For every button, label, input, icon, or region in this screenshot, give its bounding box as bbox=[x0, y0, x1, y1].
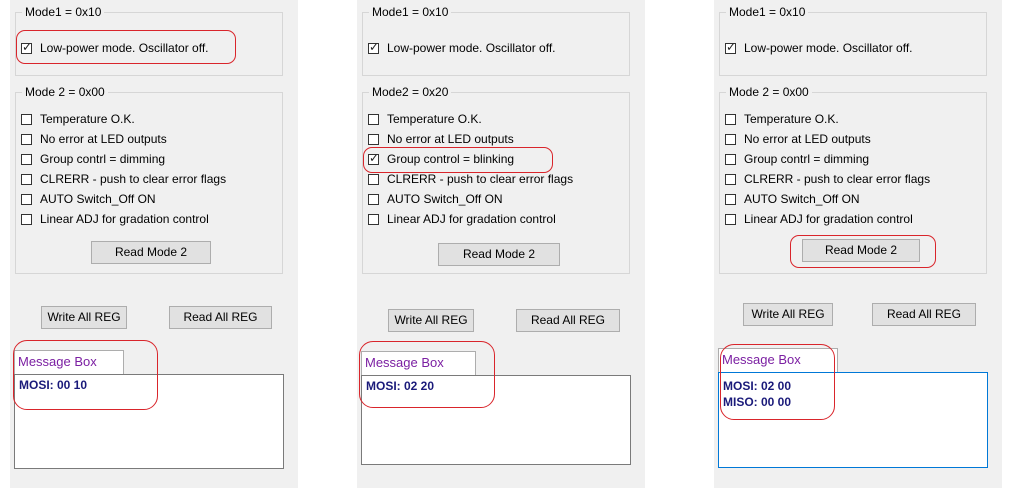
panel-1: Mode1 = 0x10 Low-power mode. Oscillator … bbox=[10, 0, 298, 488]
highlight-message bbox=[13, 340, 158, 410]
led-error-checkbox[interactable] bbox=[21, 133, 32, 145]
highlight-message bbox=[359, 341, 495, 408]
linear-adj-label: Linear ADJ for gradation control bbox=[744, 212, 913, 226]
linear-adj-checkbox[interactable] bbox=[21, 213, 32, 225]
led-error-checkbox-row[interactable]: No error at LED outputs bbox=[368, 130, 514, 148]
auto-switch-checkbox[interactable] bbox=[21, 193, 32, 205]
temperature-checkbox-row[interactable]: Temperature O.K. bbox=[725, 110, 839, 128]
read-mode2-button[interactable]: Read Mode 2 bbox=[91, 241, 211, 264]
linear-adj-checkbox-row[interactable]: Linear ADJ for gradation control bbox=[21, 210, 209, 228]
clrerr-label: CLRERR - push to clear error flags bbox=[387, 172, 574, 186]
clrerr-checkbox[interactable] bbox=[21, 173, 32, 185]
mode2-group: Mode2 = 0x20 Temperature O.K. No error a… bbox=[362, 84, 630, 274]
write-all-reg-button[interactable]: Write All REG bbox=[41, 306, 127, 329]
read-all-reg-button[interactable]: Read All REG bbox=[516, 309, 620, 332]
mode1-title: Mode1 = 0x10 bbox=[369, 4, 452, 20]
led-error-checkbox-row[interactable]: No error at LED outputs bbox=[21, 130, 167, 148]
clrerr-label: CLRERR - push to clear error flags bbox=[40, 172, 227, 186]
clrerr-checkbox-row[interactable]: CLRERR - push to clear error flags bbox=[725, 170, 930, 188]
led-error-checkbox[interactable] bbox=[368, 133, 379, 145]
auto-switch-label: AUTO Switch_Off ON bbox=[40, 192, 156, 206]
auto-switch-label: AUTO Switch_Off ON bbox=[744, 192, 860, 206]
write-all-reg-button[interactable]: Write All REG bbox=[388, 309, 474, 332]
group-control-checkbox[interactable] bbox=[725, 153, 736, 165]
read-all-reg-button[interactable]: Read All REG bbox=[872, 303, 976, 326]
low-power-label: Low-power mode. Oscillator off. bbox=[744, 41, 913, 55]
auto-switch-label: AUTO Switch_Off ON bbox=[387, 192, 503, 206]
led-error-checkbox[interactable] bbox=[725, 133, 736, 145]
panel-2: Mode1 = 0x10 Low-power mode. Oscillator … bbox=[357, 0, 645, 488]
auto-switch-checkbox-row[interactable]: AUTO Switch_Off ON bbox=[21, 190, 156, 208]
highlight-low-power bbox=[16, 30, 236, 64]
low-power-checkbox[interactable] bbox=[725, 40, 736, 54]
temperature-label: Temperature O.K. bbox=[744, 112, 839, 126]
low-power-checkbox-row[interactable]: Low-power mode. Oscillator off. bbox=[368, 39, 556, 57]
mode2-title: Mode 2 = 0x00 bbox=[726, 84, 812, 100]
led-error-label: No error at LED outputs bbox=[387, 132, 514, 146]
auto-switch-checkbox-row[interactable]: AUTO Switch_Off ON bbox=[725, 190, 860, 208]
group-control-checkbox-row[interactable]: Group contrl = dimming bbox=[21, 150, 165, 168]
led-error-label: No error at LED outputs bbox=[744, 132, 871, 146]
temperature-checkbox-row[interactable]: Temperature O.K. bbox=[368, 110, 482, 128]
linear-adj-checkbox-row[interactable]: Linear ADJ for gradation control bbox=[368, 210, 556, 228]
linear-adj-checkbox-row[interactable]: Linear ADJ for gradation control bbox=[725, 210, 913, 228]
temperature-checkbox-row[interactable]: Temperature O.K. bbox=[21, 110, 135, 128]
group-control-checkbox-row[interactable]: Group contrl = dimming bbox=[725, 150, 869, 168]
led-error-label: No error at LED outputs bbox=[40, 132, 167, 146]
mode2-group: Mode 2 = 0x00 Temperature O.K. No error … bbox=[15, 84, 283, 274]
temperature-checkbox[interactable] bbox=[21, 113, 32, 125]
group-control-label: Group contrl = dimming bbox=[744, 152, 870, 166]
mode1-group: Mode1 = 0x10 Low-power mode. Oscillator … bbox=[362, 4, 630, 76]
low-power-checkbox-row[interactable]: Low-power mode. Oscillator off. bbox=[725, 39, 913, 57]
low-power-label: Low-power mode. Oscillator off. bbox=[387, 41, 556, 55]
group-control-checkbox[interactable] bbox=[21, 153, 32, 165]
highlight-message bbox=[720, 344, 835, 420]
mode2-title: Mode2 = 0x20 bbox=[369, 84, 452, 100]
read-all-reg-button[interactable]: Read All REG bbox=[169, 306, 272, 329]
highlight-group-control bbox=[363, 147, 553, 173]
clrerr-label: CLRERR - push to clear error flags bbox=[744, 172, 931, 186]
clrerr-checkbox-row[interactable]: CLRERR - push to clear error flags bbox=[21, 170, 226, 188]
linear-adj-checkbox[interactable] bbox=[725, 213, 736, 225]
clrerr-checkbox[interactable] bbox=[725, 173, 736, 185]
linear-adj-label: Linear ADJ for gradation control bbox=[40, 212, 209, 226]
low-power-checkbox[interactable] bbox=[368, 40, 379, 54]
group-control-label: Group contrl = dimming bbox=[40, 152, 166, 166]
auto-switch-checkbox[interactable] bbox=[368, 193, 379, 205]
linear-adj-label: Linear ADJ for gradation control bbox=[387, 212, 556, 226]
temperature-checkbox[interactable] bbox=[368, 113, 379, 125]
clrerr-checkbox[interactable] bbox=[368, 173, 379, 185]
mode1-group: Mode1 = 0x10 Low-power mode. Oscillator … bbox=[719, 4, 987, 76]
temperature-label: Temperature O.K. bbox=[40, 112, 135, 126]
mode1-title: Mode1 = 0x10 bbox=[726, 4, 809, 20]
read-mode2-button[interactable]: Read Mode 2 bbox=[438, 243, 560, 266]
mode1-title: Mode1 = 0x10 bbox=[22, 4, 105, 20]
write-all-reg-button[interactable]: Write All REG bbox=[743, 303, 833, 326]
auto-switch-checkbox[interactable] bbox=[725, 193, 736, 205]
auto-switch-checkbox-row[interactable]: AUTO Switch_Off ON bbox=[368, 190, 503, 208]
panel-3: Mode1 = 0x10 Low-power mode. Oscillator … bbox=[714, 0, 1002, 488]
highlight-read-mode2 bbox=[790, 235, 936, 268]
linear-adj-checkbox[interactable] bbox=[368, 213, 379, 225]
temperature-label: Temperature O.K. bbox=[387, 112, 482, 126]
led-error-checkbox-row[interactable]: No error at LED outputs bbox=[725, 130, 871, 148]
mode2-title: Mode 2 = 0x00 bbox=[22, 84, 108, 100]
temperature-checkbox[interactable] bbox=[725, 113, 736, 125]
